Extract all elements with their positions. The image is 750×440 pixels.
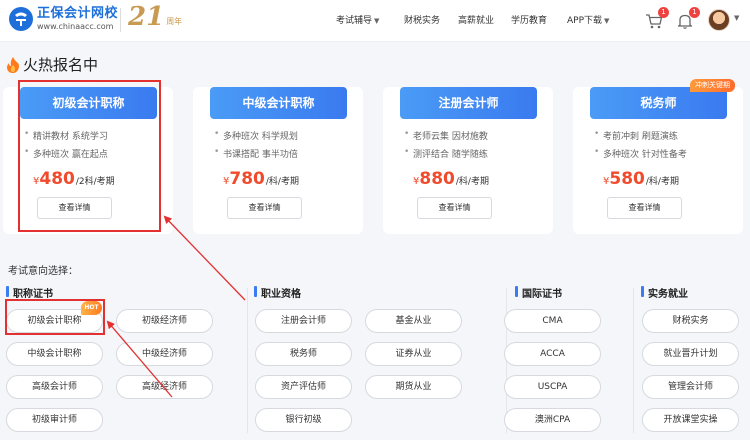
arrow-to-option	[106, 320, 173, 398]
annotation-arrows	[106, 215, 246, 398]
arrow-to-card	[163, 215, 246, 301]
